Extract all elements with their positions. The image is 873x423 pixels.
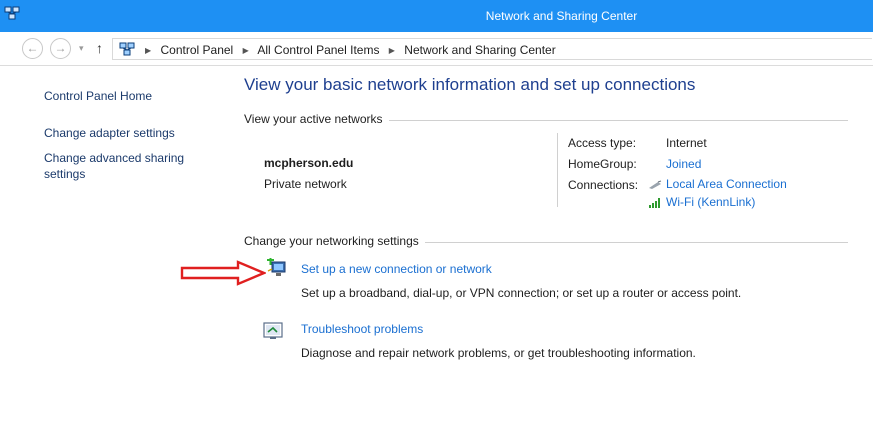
title-bar: Network and Sharing Center [0,0,873,32]
window-title: Network and Sharing Center [485,9,638,23]
troubleshoot-icon[interactable] [262,321,284,341]
red-annotation-arrow [180,260,266,286]
sidebar-item-change-adapter-settings[interactable]: Change adapter settings [44,125,175,141]
network-type: Private network [264,177,347,191]
troubleshoot-problems-description: Diagnose and repair network problems, or… [301,346,696,360]
setup-new-connection-link[interactable]: Set up a new connection or network [301,262,492,276]
homegroup-label: HomeGroup: [568,157,637,171]
troubleshoot-problems-link[interactable]: Troubleshoot problems [301,322,423,336]
access-type-value: Internet [666,136,707,150]
recent-locations-dropdown[interactable]: ▾ [79,43,84,54]
up-button[interactable]: ↑ [96,40,103,56]
setup-new-connection-description: Set up a broadband, dial-up, or VPN conn… [301,286,742,300]
networking-settings-heading: Change your networking settings [244,234,425,248]
breadcrumb: ▶ Control Panel ▶ All Control Panel Item… [139,43,556,57]
chevron-right-icon[interactable]: ▶ [389,46,395,55]
back-button[interactable]: ← [22,38,43,59]
connections-label: Connections: [568,178,639,192]
page-title: View your basic network information and … [244,75,696,94]
address-bar[interactable]: ▶ Control Panel ▶ All Control Panel Item… [112,38,872,60]
network-name: mcpherson.edu [264,156,354,170]
control-panel-icon [119,42,135,56]
new-connection-icon[interactable] [266,258,288,278]
sidebar-item-change-advanced-sharing[interactable]: Change advanced sharing settings [44,150,214,182]
access-type-label: Access type: [568,136,637,150]
breadcrumb-control-panel[interactable]: Control Panel [161,43,234,57]
connection-wifi-label[interactable]: Wi-Fi (KennLink) [666,195,755,209]
vertical-divider [557,133,558,207]
left-pane: Control Panel Home Change adapter settin… [0,66,238,423]
navigation-bar: ← → ▾ ↑ ▶ Control Panel ▶ All Control Pa… [0,32,873,66]
active-networks-heading: View your active networks [244,112,389,126]
chevron-right-icon[interactable]: ▶ [243,46,249,55]
homegroup-link[interactable]: Joined [666,157,701,171]
connection-wifi[interactable]: Wi-Fi (KennLink) [648,195,755,209]
connection-ethernet-label[interactable]: Local Area Connection [666,177,787,191]
wifi-signal-icon [649,198,660,209]
ethernet-connection-icon [649,180,662,189]
breadcrumb-network-sharing[interactable]: Network and Sharing Center [404,43,555,57]
breadcrumb-all-items[interactable]: All Control Panel Items [257,43,379,57]
sidebar-item-control-panel-home[interactable]: Control Panel Home [44,88,152,104]
chevron-right-icon[interactable]: ▶ [145,46,151,55]
connection-ethernet[interactable]: Local Area Connection [648,177,787,191]
forward-button[interactable]: → [50,38,71,59]
